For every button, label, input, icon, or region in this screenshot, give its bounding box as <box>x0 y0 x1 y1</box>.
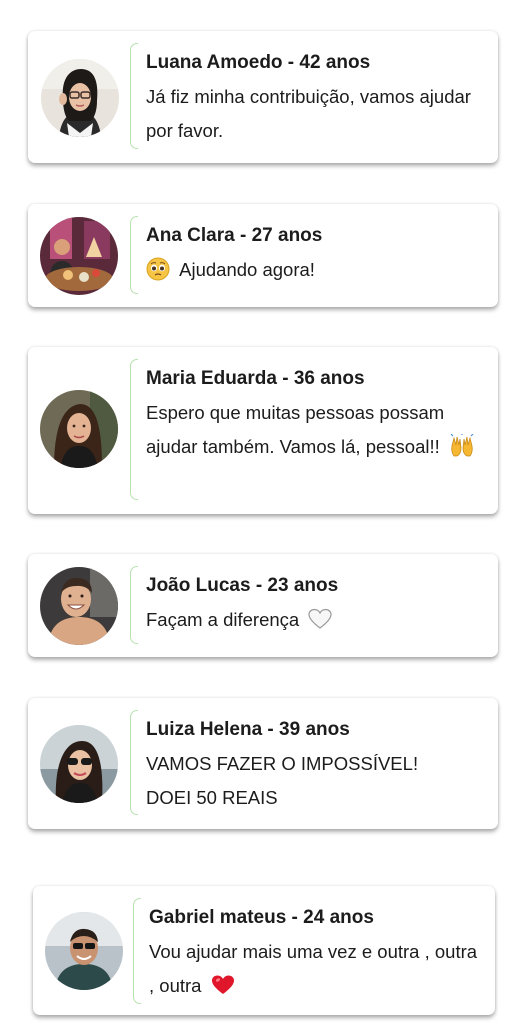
comment-message-text: Espero que muitas pessoas possam ajudar … <box>146 402 445 457</box>
comment-divider <box>130 566 138 644</box>
comment-message-text: Façam a diferença <box>146 609 300 630</box>
comment-text: Luana Amoedo - 42 anos Já fiz minha cont… <box>146 51 484 148</box>
comment-message-text: Vou ajudar mais uma vez e outra , outra … <box>149 941 478 996</box>
commenter-name: Gabriel mateus - 24 anos <box>149 907 374 928</box>
woman-glasses-avatar <box>41 59 119 137</box>
woman-sunglasses-avatar <box>40 725 118 803</box>
man-sunglasses-avatar <box>45 912 123 990</box>
comment-text: Gabriel mateus - 24 anos Vou ajudar mais… <box>149 906 481 1003</box>
comment-card: João Lucas - 23 anos Façam a diferença <box>28 554 498 657</box>
red-heart-icon <box>211 974 235 996</box>
commenter-name: Maria Eduarda - 36 anos <box>146 368 365 389</box>
raising-hands-icon <box>449 434 475 458</box>
commenter-name: Luiza Helena - 39 anos <box>146 719 350 740</box>
comment-card: Ana Clara - 27 anos Ajudando agora! <box>28 204 498 307</box>
pleading-face-icon <box>146 257 170 281</box>
comment-divider <box>130 216 138 294</box>
white-heart-icon <box>308 608 332 630</box>
party-table-avatar <box>40 217 118 295</box>
comment-card: Luiza Helena - 39 anos VAMOS FAZER O IMP… <box>28 698 498 829</box>
woman-long-hair-avatar <box>40 390 118 468</box>
comment-message: Façam a diferença <box>146 603 484 637</box>
comment-message: Vou ajudar mais uma vez e outra , outra … <box>149 935 481 1003</box>
comment-divider <box>133 898 141 1004</box>
smiling-man-avatar <box>40 567 118 645</box>
commenter-name: João Lucas - 23 anos <box>146 575 339 596</box>
comment-card: Maria Eduarda - 36 anos Espero que muita… <box>28 347 498 514</box>
comment-message: VAMOS FAZER O IMPOSSÍVEL! DOEI 50 REAIS <box>146 753 419 808</box>
comment-message: Ajudando agora! <box>146 253 484 287</box>
comment-divider <box>130 43 138 149</box>
comment-text: João Lucas - 23 anos Façam a diferença <box>146 574 484 637</box>
comment-text: Maria Eduarda - 36 anos Espero que muita… <box>146 367 484 464</box>
comment-message-text: Ajudando agora! <box>179 259 315 280</box>
comment-message: Já fiz minha contribuição, vamos ajudar … <box>146 86 471 141</box>
comment-card: Luana Amoedo - 42 anos Já fiz minha cont… <box>28 31 498 163</box>
comment-text: Luiza Helena - 39 anos VAMOS FAZER O IMP… <box>146 718 458 815</box>
comment-card: Gabriel mateus - 24 anos Vou ajudar mais… <box>33 886 495 1015</box>
commenter-name: Luana Amoedo - 42 anos <box>146 52 371 73</box>
comment-divider <box>130 710 138 815</box>
commenter-name: Ana Clara - 27 anos <box>146 225 323 246</box>
comment-message: Espero que muitas pessoas possam ajudar … <box>146 396 484 464</box>
comment-text: Ana Clara - 27 anos Ajudando agora! <box>146 224 484 287</box>
comment-divider <box>130 359 138 500</box>
